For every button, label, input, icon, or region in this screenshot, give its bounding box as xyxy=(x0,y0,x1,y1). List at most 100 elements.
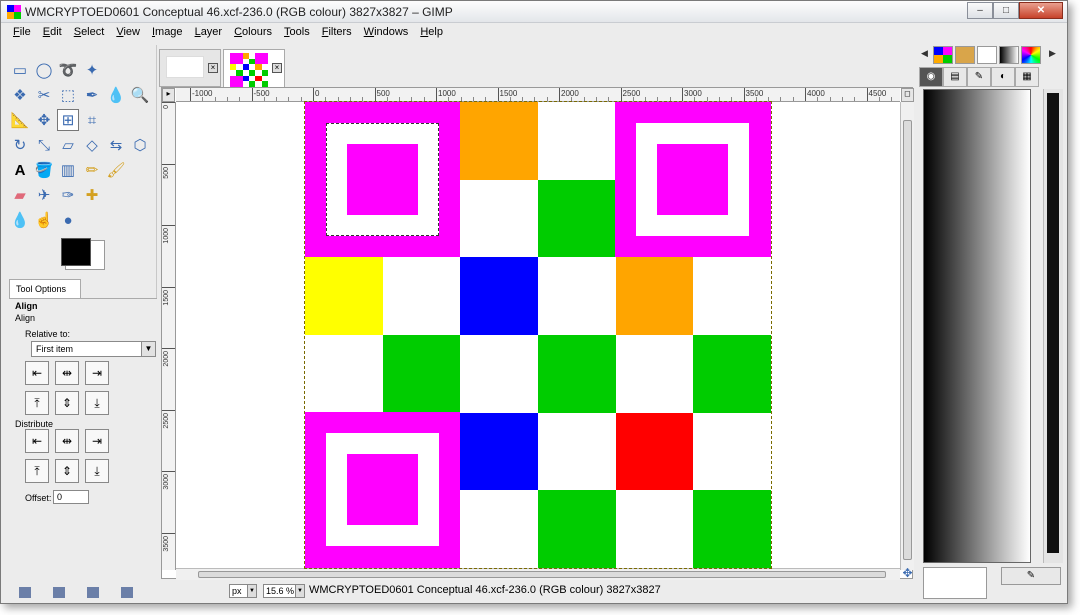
select-by-color-icon[interactable]: ❖ xyxy=(9,84,31,106)
tab-patterns[interactable] xyxy=(955,46,975,64)
menu-image[interactable]: Image xyxy=(146,23,189,43)
vertical-scroll-thumb[interactable] xyxy=(903,120,912,560)
horizontal-ruler[interactable]: -1000 -500 0 500 1000 1500 2000 2500 3000 3500 400… xyxy=(176,88,900,102)
pencil-icon[interactable]: ✏ xyxy=(81,159,103,181)
dock-preview-box[interactable] xyxy=(923,567,987,599)
free-select-icon[interactable]: ➰ xyxy=(57,59,79,81)
unit-selector[interactable]: px ▼ xyxy=(229,584,257,598)
shear-icon[interactable]: ▱ xyxy=(57,134,79,156)
edit-gradient-button[interactable]: ✎ xyxy=(1001,567,1061,585)
rotate-icon[interactable]: ↻ xyxy=(9,134,31,156)
horizontal-scroll-thumb[interactable] xyxy=(198,571,886,578)
foreground-select-icon[interactable]: ⬚ xyxy=(57,84,79,106)
maximize-button[interactable]: □ xyxy=(993,2,1019,19)
zoom-icon[interactable]: 🔍 xyxy=(129,84,151,106)
ink-icon[interactable]: ✑ xyxy=(57,184,79,206)
color-picker-icon[interactable]: 💧 xyxy=(105,84,127,106)
dock-left-arrow-icon[interactable]: ◀ xyxy=(921,48,928,59)
gimp-icon[interactable]: ◉ xyxy=(919,67,943,87)
measure-icon[interactable]: 📐 xyxy=(9,109,31,131)
dock-scroll-thumb[interactable] xyxy=(1047,93,1059,553)
scale-icon[interactable]: ⤡ xyxy=(33,134,55,156)
menu-file[interactable]: File xyxy=(7,23,37,43)
menu-view[interactable]: View xyxy=(110,23,146,43)
distribute-bottom-button[interactable]: ⤓ xyxy=(85,459,109,483)
color-swatches[interactable] xyxy=(61,238,107,274)
perspective-icon[interactable]: ◇ xyxy=(81,134,103,156)
tab-tool-options[interactable]: Tool Options xyxy=(9,279,81,299)
move-icon[interactable]: ✥ xyxy=(33,109,55,131)
cage-icon[interactable]: ⬡ xyxy=(129,134,151,156)
tab-images[interactable] xyxy=(933,46,953,64)
color-icon[interactable]: ◐ xyxy=(991,67,1015,87)
align-center-button[interactable]: ⇹ xyxy=(55,361,79,385)
crop-icon[interactable]: ⌗ xyxy=(81,109,103,131)
brush-icon[interactable]: ✎ xyxy=(967,67,991,87)
bucket-fill-icon[interactable]: 🪣 xyxy=(33,159,55,181)
offset-spinbox[interactable]: 0 xyxy=(53,490,89,504)
blur-icon[interactable]: 💧 xyxy=(9,209,31,231)
chevron-down-icon[interactable]: ▼ xyxy=(247,585,256,597)
distribute-center-button[interactable]: ⇹ xyxy=(55,429,79,453)
restore-options-icon[interactable] xyxy=(53,587,65,598)
ellipse-select-icon[interactable]: ◯ xyxy=(33,59,55,81)
align-bottom-button[interactable]: ⤓ xyxy=(85,391,109,415)
align-right-button[interactable]: ⇥ xyxy=(85,361,109,385)
dock-scrollbar[interactable] xyxy=(1043,89,1063,563)
zoom-selector[interactable]: 15.6 % ▼ xyxy=(263,584,305,598)
eraser-icon[interactable]: ▰ xyxy=(9,184,31,206)
align-left-button[interactable]: ⇤ xyxy=(25,361,49,385)
palette-icon[interactable]: ▦ xyxy=(1015,67,1039,87)
title-bar[interactable]: WMCRYPTOED0601 Conceptual 46.xcf-236.0 (… xyxy=(1,1,1067,23)
gradient-preview[interactable] xyxy=(923,89,1031,563)
blend-icon[interactable]: ▥ xyxy=(57,159,79,181)
chevron-down-icon[interactable]: ▼ xyxy=(141,342,155,356)
delete-options-icon[interactable] xyxy=(87,587,99,598)
distribute-right-button[interactable]: ⇥ xyxy=(85,429,109,453)
menu-colours[interactable]: Colours xyxy=(228,23,278,43)
text-icon[interactable]: A xyxy=(9,159,31,181)
align-middle-button[interactable]: ⇕ xyxy=(55,391,79,415)
menu-tools[interactable]: Tools xyxy=(278,23,316,43)
zoom-fit-button[interactable]: ◻ xyxy=(901,88,914,102)
tab-palettes[interactable] xyxy=(1021,46,1041,64)
dodge-burn-icon[interactable]: ● xyxy=(57,209,79,231)
airbrush-icon[interactable]: ✈ xyxy=(33,184,55,206)
paths-icon[interactable]: ✒ xyxy=(81,84,103,106)
menu-filters[interactable]: Filters xyxy=(316,23,358,43)
distribute-left-button[interactable]: ⇤ xyxy=(25,429,49,453)
tab-brushes[interactable] xyxy=(977,46,997,64)
chevron-down-icon[interactable]: ▼ xyxy=(295,585,304,597)
minimize-button[interactable]: – xyxy=(967,2,993,19)
relative-to-dropdown[interactable]: First item ▼ xyxy=(31,341,156,357)
foreground-color-swatch[interactable] xyxy=(61,238,91,266)
fuzzy-select-icon[interactable]: ✦ xyxy=(81,59,103,81)
dock-right-arrow-icon[interactable]: ▶ xyxy=(1049,48,1056,59)
menu-layer[interactable]: Layer xyxy=(189,23,229,43)
vertical-scrollbar[interactable] xyxy=(900,102,914,570)
scissors-icon[interactable]: ✂ xyxy=(33,84,55,106)
smudge-icon[interactable]: ☝ xyxy=(33,209,55,231)
vertical-ruler[interactable]: 0 500 1000 1500 2000 2500 3000 3500 xyxy=(162,102,176,570)
distribute-middle-button[interactable]: ⇕ xyxy=(55,459,79,483)
menu-help[interactable]: Help xyxy=(414,23,449,43)
horizontal-scrollbar[interactable] xyxy=(176,568,900,580)
printer-icon[interactable]: ▤ xyxy=(943,67,967,87)
align-top-button[interactable]: ⤒ xyxy=(25,391,49,415)
menu-edit[interactable]: Edit xyxy=(37,23,68,43)
close-icon[interactable]: × xyxy=(208,63,218,73)
tab-gradients[interactable] xyxy=(999,46,1019,64)
menu-windows[interactable]: Windows xyxy=(358,23,415,43)
close-icon[interactable]: × xyxy=(272,63,282,73)
navigate-icon[interactable]: ✥ xyxy=(901,567,914,580)
menu-select[interactable]: Select xyxy=(68,23,111,43)
image-tab-active[interactable]: × xyxy=(223,49,285,87)
image-tab-blank[interactable]: × xyxy=(159,49,221,87)
save-options-icon[interactable] xyxy=(19,587,31,598)
rect-select-icon[interactable]: ▭ xyxy=(9,59,31,81)
quick-mask-toggle[interactable]: ▸ xyxy=(162,88,175,102)
flip-icon[interactable]: ⇆ xyxy=(105,134,127,156)
align-icon[interactable]: ⊞ xyxy=(57,109,79,131)
close-button[interactable]: ✕ xyxy=(1019,2,1063,19)
reset-options-icon[interactable] xyxy=(121,587,133,598)
